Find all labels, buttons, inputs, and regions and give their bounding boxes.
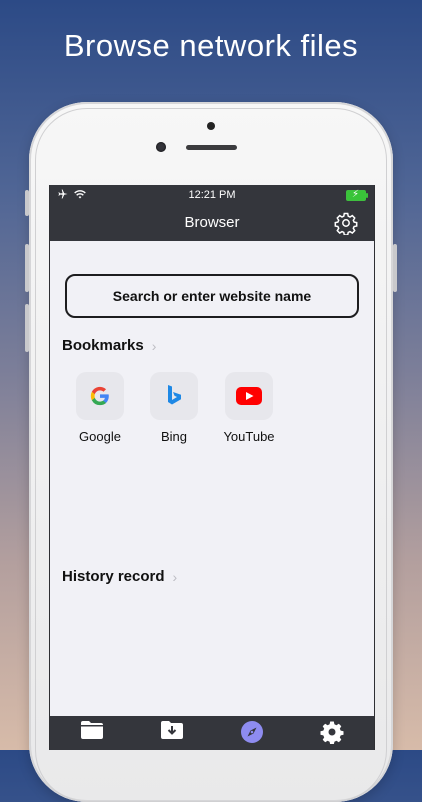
- status-bar: 12:21 PM ⚡: [50, 185, 374, 205]
- tab-settings[interactable]: [317, 720, 347, 746]
- tab-downloads[interactable]: [157, 720, 187, 746]
- navigation-bar: Browser: [50, 205, 374, 241]
- bookmark-youtube[interactable]: YouTube: [219, 372, 279, 444]
- bookmark-bing[interactable]: Bing: [144, 372, 204, 444]
- tab-bar: [50, 716, 374, 750]
- page-title: Browser: [184, 214, 240, 231]
- search-input[interactable]: Search or enter website name: [65, 274, 359, 318]
- charging-bolt-icon: ⚡: [352, 189, 360, 200]
- chevron-right-icon: ›: [172, 568, 178, 585]
- folder-icon: [81, 721, 103, 739]
- power-button: [393, 244, 397, 292]
- bookmark-label: Google: [79, 429, 121, 444]
- gear-icon: [334, 212, 358, 236]
- volume-down-button: [25, 304, 29, 352]
- bookmarks-header[interactable]: Bookmarks ›: [62, 337, 156, 354]
- status-time: 12:21 PM: [188, 189, 236, 201]
- history-header[interactable]: History record ›: [62, 568, 177, 585]
- proximity-sensor: [156, 142, 166, 152]
- tab-files[interactable]: [77, 720, 107, 746]
- app-screen: 12:21 PM ⚡ Browser Search or enter websi…: [49, 185, 375, 750]
- bookmarks-title: Bookmarks: [62, 337, 144, 354]
- compass-icon: [241, 721, 263, 743]
- earpiece-speaker: [186, 145, 237, 150]
- tab-browser[interactable]: [237, 720, 267, 746]
- history-title: History record: [62, 568, 165, 585]
- mute-switch: [25, 190, 29, 216]
- bing-icon: [150, 372, 198, 420]
- settings-button[interactable]: [334, 211, 358, 236]
- bookmark-label: YouTube: [223, 429, 275, 444]
- promo-headline: Browse network files: [63, 28, 359, 63]
- front-camera: [207, 122, 215, 130]
- battery-icon: ⚡: [346, 189, 368, 201]
- bookmark-label: Bing: [160, 429, 188, 444]
- volume-up-button: [25, 244, 29, 292]
- chevron-right-icon: ›: [151, 337, 157, 354]
- bookmark-google[interactable]: Google: [70, 372, 130, 444]
- download-folder-icon: [161, 721, 183, 739]
- google-icon: [76, 372, 124, 420]
- youtube-icon: [225, 372, 273, 420]
- gear-icon: [320, 721, 344, 744]
